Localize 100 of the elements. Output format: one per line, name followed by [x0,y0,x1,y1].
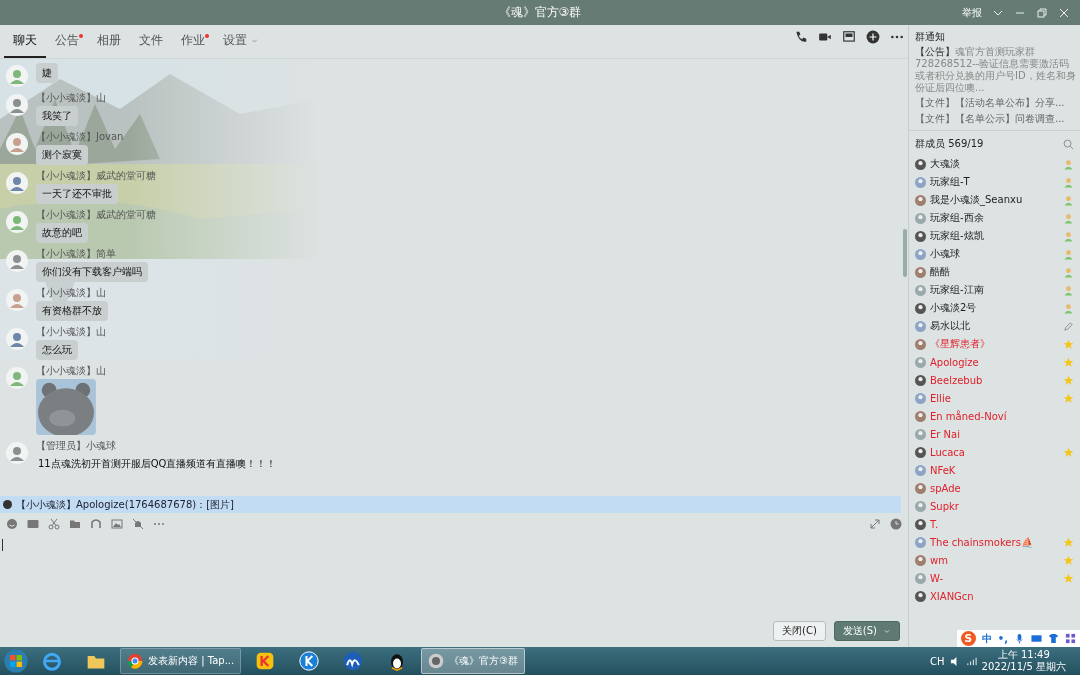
member-name: Apologize [930,356,979,368]
plus-icon[interactable] [866,30,880,44]
expand-icon[interactable] [869,518,881,530]
tab[interactable]: 公告 [46,25,88,58]
clock[interactable]: 上午 11:49 2022/11/5 星期六 [981,649,1066,673]
member-item[interactable]: 小魂淡2号 [909,299,1080,317]
member-name: NFeK [930,464,956,476]
member-item[interactable]: Er Nai [909,425,1080,443]
app-icon[interactable] [299,651,320,671]
signal-icon [965,655,977,667]
avatar-icon[interactable] [6,172,28,194]
taskbar-button[interactable]: 《魂》官方③群 [421,648,526,674]
member-item[interactable]: Beelzebub [909,371,1080,389]
start-icon[interactable] [4,649,28,673]
app-icon[interactable] [343,651,364,671]
avatar-icon [915,194,926,206]
notice-title: 群通知 [915,30,946,44]
sender-name: 【小小魂淡】山 [36,365,106,377]
member-item[interactable]: 酷酷 [909,263,1080,281]
member-item[interactable]: 玩家组-西余 [909,209,1080,227]
member-item[interactable]: T. [909,515,1080,533]
browser-icon[interactable] [42,651,62,671]
sender-name: 【小小魂淡】山 [36,326,106,338]
member-item[interactable]: Apologize [909,353,1080,371]
grid-icon[interactable] [1065,633,1076,644]
taskbar-button[interactable]: 发表新内容 | Tap... [120,648,242,674]
person-icon [1063,230,1074,242]
announcement-text[interactable]: 【公告】魂官方首测玩家群728268512--验证信息需要激活码或者积分兑换的用户号ID，姓名和身份证后四位噢... [915,46,1076,94]
member-name: 酷酷 [930,265,950,279]
folder-icon[interactable] [69,518,81,530]
shirt-icon[interactable] [1048,633,1059,644]
avatar-icon[interactable] [6,328,28,350]
person-icon [1063,158,1074,170]
member-item[interactable]: NFeK [909,461,1080,479]
member-item[interactable]: 玩家组-江南 [909,281,1080,299]
avatar-icon[interactable] [6,133,28,155]
avatar-icon[interactable] [6,442,28,464]
avatar-icon[interactable] [6,94,28,116]
member-item[interactable]: 小魂球 [909,245,1080,263]
avatar-icon[interactable] [6,367,28,389]
avatar-icon[interactable] [6,65,28,87]
member-item[interactable]: spAde [909,479,1080,497]
close-button[interactable]: 关闭(C) [773,621,826,641]
tab[interactable]: 作业 [172,25,214,58]
app-icon[interactable] [255,651,276,671]
report-link[interactable]: 举报 [962,5,982,20]
pencil-icon [1063,320,1074,332]
member-item[interactable]: The chainsmokers⛵ [909,533,1080,551]
avatar-icon[interactable] [6,250,28,272]
member-item[interactable]: Lucaca [909,443,1080,461]
bell-off-icon[interactable] [132,518,144,530]
member-item[interactable]: 玩家组-T [909,173,1080,191]
star-icon [1063,356,1074,368]
ime-mode[interactable]: 中 [981,631,992,646]
window-title: 《魂》官方③群 [498,4,582,21]
ime-punctuation[interactable]: •, [997,633,1008,644]
member-item[interactable]: 易水以北 [909,317,1080,335]
smiley-icon[interactable] [6,518,18,530]
member-name: Beelzebub [930,374,983,386]
member-item[interactable]: 我是小魂淡_Seanxu [909,191,1080,209]
message-bubble: 测个寂寞 [36,145,88,165]
member-item[interactable]: En måned-Noví [909,407,1080,425]
microphone-icon[interactable] [1014,633,1025,644]
avatar-icon [915,266,926,278]
image-icon[interactable] [111,518,123,530]
member-item[interactable]: 玩家组-炫凯 [909,227,1080,245]
scissors-icon[interactable] [48,518,60,530]
member-item[interactable]: XIANGcn [909,587,1080,605]
avatar-icon[interactable] [6,211,28,233]
send-button[interactable]: 发送(S) [833,621,900,641]
member-name: Er Nai [930,428,960,440]
file-link[interactable]: 【文件】【活动名单公布】分享... [915,96,1076,110]
avatar-icon[interactable] [6,289,28,311]
clock-icon[interactable] [890,518,902,530]
tab[interactable]: 设置 [214,25,268,58]
member-item[interactable]: Ellie [909,389,1080,407]
member-item[interactable]: Supkr [909,497,1080,515]
close-icon[interactable] [1058,6,1070,19]
scrollbar[interactable] [903,229,907,277]
keyboard-icon[interactable] [1031,633,1042,644]
person-icon [1063,176,1074,188]
chevron-down-icon [250,36,259,45]
member-item[interactable]: wm [909,551,1080,569]
search-icon[interactable] [1063,138,1074,150]
member-item[interactable]: 《星辉患者》 [909,335,1080,353]
restore-icon[interactable] [1036,6,1048,19]
tab[interactable]: 相册 [88,25,130,58]
avatar-icon [915,320,926,332]
file-link[interactable]: 【文件】【名单公示】问卷调查... [915,112,1076,126]
member-item[interactable]: W- [909,569,1080,587]
ime-logo[interactable]: S [960,631,976,646]
message-text: 11点魂洗初开首测开服后QQ直播频道有直播噢！！！ [37,457,278,471]
phone-icon[interactable] [794,30,808,44]
member-name: W- [930,572,944,584]
language-indicator[interactable]: CH [930,655,945,667]
member-item[interactable]: 大魂淡 [909,155,1080,173]
tab[interactable]: 文件 [130,25,172,58]
quote-bar[interactable]: 【小小魂淡】Apologize(1764687678)：[图片] [0,496,901,513]
screen-icon[interactable] [842,30,856,44]
member-name: The chainsmokers⛵ [930,536,1033,548]
